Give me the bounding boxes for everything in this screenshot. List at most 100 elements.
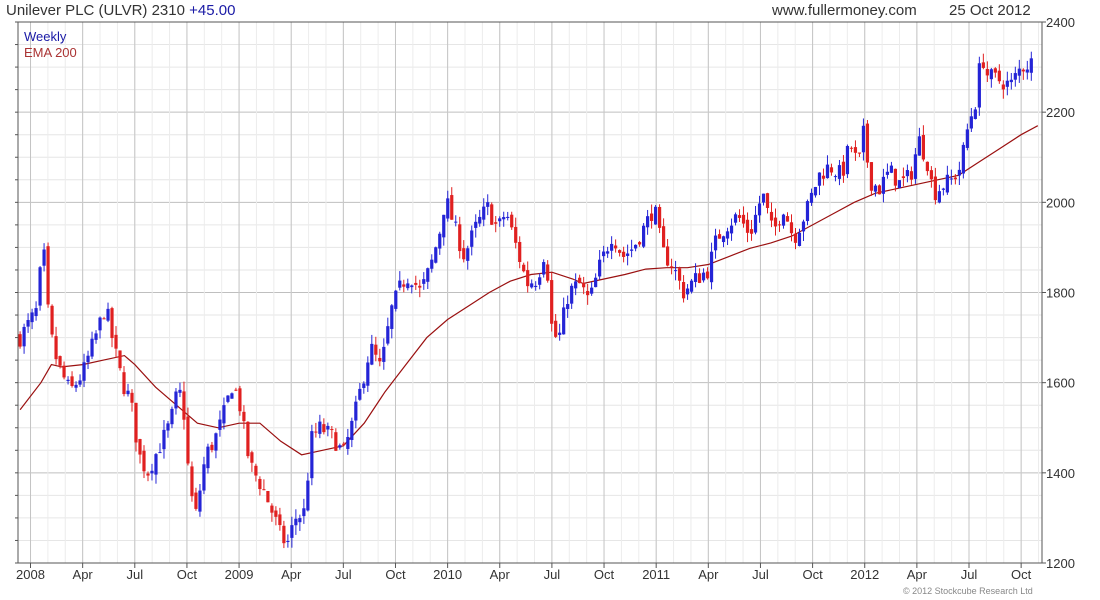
candle-body bbox=[590, 287, 594, 294]
candle-body bbox=[657, 206, 662, 228]
candle-body bbox=[206, 446, 210, 469]
candle-body bbox=[18, 334, 22, 347]
candle-body bbox=[578, 277, 582, 284]
candle-body bbox=[518, 241, 522, 262]
candle-body bbox=[669, 266, 674, 268]
candle-body bbox=[142, 450, 146, 472]
candle-body bbox=[610, 243, 614, 251]
candle-body bbox=[334, 432, 338, 451]
candle-body bbox=[530, 283, 534, 288]
candle-body bbox=[961, 144, 965, 174]
candle-body bbox=[646, 216, 650, 228]
candle-body bbox=[753, 214, 758, 233]
candle-body bbox=[462, 248, 466, 260]
candle-body bbox=[402, 284, 406, 287]
candle-body bbox=[50, 305, 54, 335]
candle-body bbox=[66, 379, 70, 382]
candle-body bbox=[330, 429, 334, 431]
candle-body bbox=[837, 165, 842, 179]
candle-body bbox=[326, 425, 330, 430]
candle-body bbox=[809, 192, 814, 203]
candle-body bbox=[130, 392, 134, 403]
candle-body bbox=[294, 518, 298, 526]
candle-body bbox=[382, 346, 386, 362]
candle-body bbox=[106, 308, 110, 321]
candle-body bbox=[350, 420, 354, 441]
candle-body bbox=[494, 222, 498, 224]
candle-body bbox=[370, 343, 374, 365]
candle-body bbox=[717, 234, 722, 239]
candle-body bbox=[685, 288, 690, 295]
candle-body bbox=[178, 389, 182, 393]
candle-body bbox=[378, 357, 382, 362]
candle-body bbox=[394, 290, 398, 309]
candle-body bbox=[438, 233, 442, 249]
candle-body bbox=[406, 283, 410, 289]
candle-body bbox=[957, 169, 961, 176]
x-tick-label: 2009 bbox=[225, 567, 254, 582]
candle-body bbox=[570, 285, 574, 304]
candle-body bbox=[346, 436, 350, 449]
candle-body bbox=[554, 320, 558, 337]
candle-body bbox=[825, 164, 830, 179]
candle-body bbox=[630, 249, 634, 251]
candle-body bbox=[154, 454, 158, 475]
candle-body bbox=[586, 290, 590, 296]
candle-body bbox=[86, 355, 90, 363]
candle-body bbox=[542, 262, 546, 275]
x-tick-label: 2011 bbox=[642, 567, 670, 582]
candle-body bbox=[833, 176, 838, 178]
candle-body bbox=[474, 221, 478, 228]
x-tick-label: 2010 bbox=[433, 567, 462, 582]
candle-body bbox=[278, 514, 282, 526]
y-tick-label: 1800 bbox=[1046, 286, 1075, 301]
candle-body bbox=[90, 338, 94, 357]
candle-body bbox=[22, 326, 26, 347]
candle-body bbox=[82, 362, 86, 381]
candle-body bbox=[466, 248, 470, 261]
candle-body bbox=[186, 416, 190, 464]
candle-body bbox=[941, 188, 945, 190]
candle-body bbox=[977, 63, 981, 108]
candle-body bbox=[238, 388, 242, 412]
candle-body bbox=[1013, 73, 1017, 80]
candle-body bbox=[813, 186, 818, 196]
candle-body bbox=[861, 125, 866, 153]
candle-body bbox=[62, 365, 66, 378]
candle-body bbox=[929, 170, 933, 180]
candle-body bbox=[721, 236, 726, 243]
candle-body bbox=[302, 508, 306, 517]
candle-body bbox=[422, 279, 426, 284]
candle-body bbox=[949, 178, 953, 180]
candle-body bbox=[538, 277, 542, 285]
x-tick-label: Apr bbox=[490, 567, 511, 582]
candle-body bbox=[933, 176, 937, 201]
candle-body bbox=[174, 391, 178, 409]
candle-body bbox=[985, 69, 989, 76]
candle-body bbox=[741, 214, 746, 224]
x-tick-label: Oct bbox=[385, 567, 406, 582]
candle-body bbox=[342, 443, 346, 446]
price-chart: 1200 1400 1600 1800 2000 2200 2400 2008 Apr Jul Oc… bbox=[15, 15, 1075, 582]
candle-body bbox=[650, 213, 654, 221]
candle-body bbox=[737, 215, 742, 218]
candle-body bbox=[913, 154, 917, 179]
candle-body bbox=[817, 172, 822, 186]
x-tick-label: Oct bbox=[594, 567, 615, 582]
candle-body bbox=[506, 216, 510, 218]
candle-body bbox=[598, 259, 602, 277]
candle-body bbox=[873, 185, 878, 192]
candle-body bbox=[450, 195, 454, 220]
candle-body bbox=[626, 253, 630, 256]
candle-body bbox=[30, 312, 34, 323]
candle-body bbox=[374, 344, 378, 355]
candle-body bbox=[921, 134, 925, 160]
candle-body bbox=[841, 161, 846, 176]
candle-body bbox=[689, 280, 694, 292]
candle-body bbox=[697, 273, 702, 283]
candle-body bbox=[634, 244, 638, 249]
candle-body bbox=[869, 162, 874, 191]
candle-body bbox=[398, 280, 402, 288]
x-tick-label: Jul bbox=[961, 567, 978, 582]
candle-body bbox=[230, 393, 234, 399]
